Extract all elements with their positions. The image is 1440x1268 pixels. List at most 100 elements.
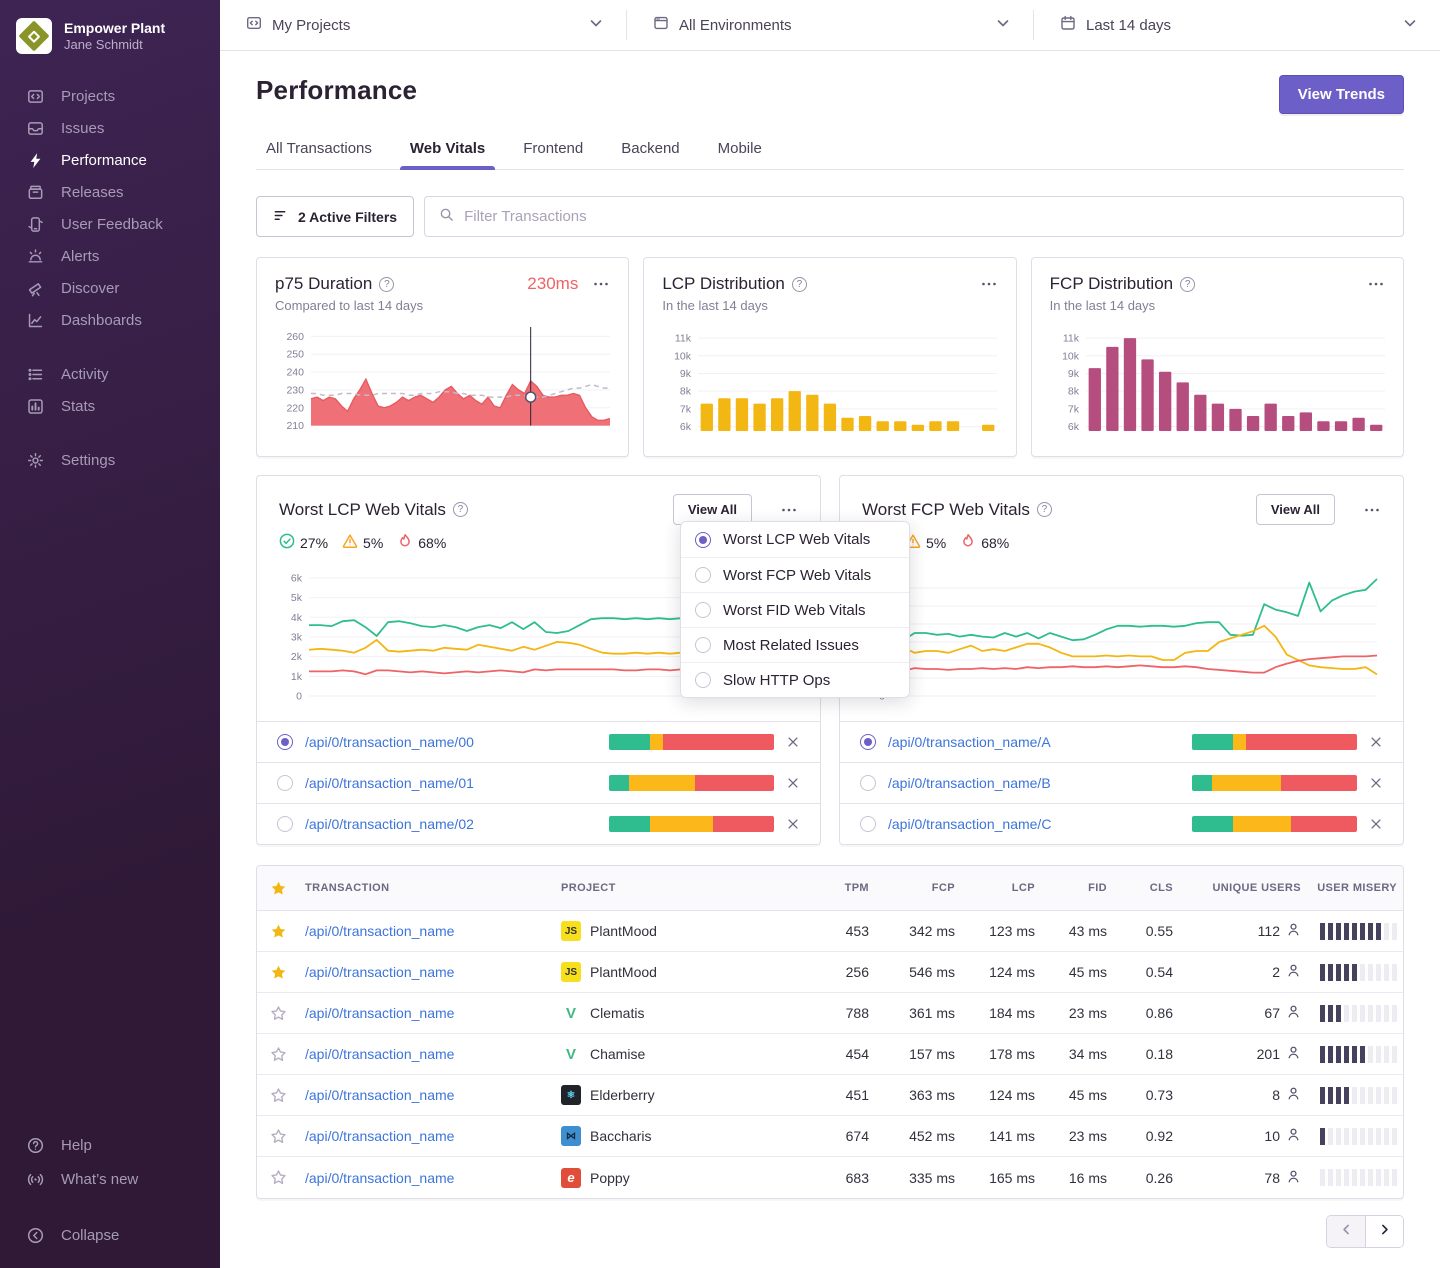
view-all-button[interactable]: View All (1256, 494, 1335, 525)
transaction-link[interactable]: /api/0/transaction_name/A (888, 734, 1180, 750)
search-box (424, 196, 1404, 237)
transaction-link[interactable]: /api/0/transaction_name (305, 1170, 454, 1186)
sidebar-item-help[interactable]: Help (0, 1128, 220, 1162)
transaction-link[interactable]: /api/0/transaction_name/C (888, 816, 1180, 832)
help-icon[interactable]: ? (792, 277, 807, 292)
next-page-button[interactable] (1365, 1216, 1403, 1247)
svg-text:11k: 11k (675, 333, 692, 345)
search-icon (439, 207, 454, 227)
unique-users-cell: 112 (1179, 922, 1307, 940)
help-icon[interactable]: ? (1037, 502, 1052, 517)
star-outline-icon[interactable] (257, 1087, 299, 1104)
sidebar-item-performance[interactable]: Performance (0, 144, 220, 176)
sidebar-item-alerts[interactable]: Alerts (0, 240, 220, 272)
dropdown-item-worst-fid-web-vitals[interactable]: Worst FID Web Vitals (681, 592, 909, 627)
chevron-down-icon (995, 15, 1011, 35)
global-filter-all-environments[interactable]: All Environments (627, 0, 1033, 50)
sidebar-item-stats[interactable]: Stats (0, 390, 220, 422)
global-filter-last-14-days[interactable]: Last 14 days (1034, 0, 1440, 50)
dropdown-radio[interactable] (695, 672, 711, 688)
previous-page-button[interactable] (1327, 1216, 1365, 1247)
transaction-link[interactable]: /api/0/transaction_name/01 (305, 775, 597, 791)
star-outline-icon[interactable] (257, 1005, 299, 1022)
transaction-link[interactable]: /api/0/transaction_name (305, 1046, 454, 1062)
sentry-org-logo-icon (16, 18, 52, 54)
tab-all-transactions[interactable]: All Transactions (264, 134, 374, 169)
active-filters-button[interactable]: 2 Active Filters (256, 196, 414, 237)
transaction-link[interactable]: /api/0/transaction_name (305, 1087, 454, 1103)
close-icon[interactable] (786, 735, 800, 749)
transaction-radio[interactable] (860, 734, 876, 750)
sidebar-item-collapse[interactable]: Collapse (0, 1218, 220, 1252)
tab-frontend[interactable]: Frontend (521, 134, 585, 169)
transaction-radio[interactable] (277, 734, 293, 750)
dropdown-item-slow-http-ops[interactable]: Slow HTTP Ops (681, 662, 909, 697)
close-icon[interactable] (1369, 817, 1383, 831)
tab-backend[interactable]: Backend (619, 134, 681, 169)
sidebar-item-user-feedback[interactable]: User Feedback (0, 208, 220, 240)
overflow-menu-icon[interactable] (592, 275, 610, 293)
dropdown-radio[interactable] (695, 532, 711, 548)
transaction-link[interactable]: /api/0/transaction_name (305, 1128, 454, 1144)
search-input[interactable] (464, 208, 1389, 225)
dropdown-item-worst-fcp-web-vitals[interactable]: Worst FCP Web Vitals (681, 557, 909, 592)
overflow-menu-icon[interactable] (980, 275, 998, 293)
sidebar-item-projects[interactable]: Projects (0, 80, 220, 112)
sidebar-item-discover[interactable]: Discover (0, 272, 220, 304)
dropdown-item-most-related-issues[interactable]: Most Related Issues (681, 627, 909, 662)
vitals-transaction-row: /api/0/transaction_name/00 (257, 721, 820, 762)
user-icon (1286, 1045, 1301, 1063)
transaction-radio[interactable] (277, 775, 293, 791)
sidebar-item-what-s-new[interactable]: What’s new (0, 1162, 220, 1196)
sidebar-item-settings[interactable]: Settings (0, 444, 220, 476)
sidebar-item-issues[interactable]: Issues (0, 112, 220, 144)
overflow-menu-icon[interactable] (1367, 275, 1385, 293)
star-outline-icon[interactable] (257, 1046, 299, 1063)
star-filled-icon[interactable] (257, 964, 299, 981)
help-icon[interactable]: ? (1180, 277, 1195, 292)
close-icon[interactable] (786, 817, 800, 831)
help-icon[interactable]: ? (379, 277, 394, 292)
close-icon[interactable] (1369, 735, 1383, 749)
table-row: /api/0/transaction_nameePoppy683335 ms16… (257, 1157, 1403, 1198)
transaction-radio[interactable] (860, 775, 876, 791)
transaction-radio[interactable] (277, 816, 293, 832)
star-outline-icon[interactable] (257, 1169, 299, 1186)
svg-text:220: 220 (286, 402, 304, 414)
overflow-menu-icon[interactable] (1363, 501, 1381, 519)
star-filled-icon[interactable] (257, 923, 299, 940)
transaction-link[interactable]: /api/0/transaction_name/B (888, 775, 1180, 791)
unique-users-cell: 201 (1179, 1045, 1307, 1063)
sidebar-item-activity[interactable]: Activity (0, 358, 220, 390)
node-platform-icon: ⋈ (561, 1126, 581, 1146)
view-trends-button[interactable]: View Trends (1279, 75, 1404, 114)
tab-web-vitals[interactable]: Web Vitals (408, 134, 487, 169)
help-icon[interactable]: ? (453, 502, 468, 517)
global-filter-my-projects[interactable]: My Projects (220, 0, 626, 50)
transaction-link[interactable]: /api/0/transaction_name/00 (305, 734, 597, 750)
stat-good: 27% (279, 533, 328, 552)
transaction-link[interactable]: /api/0/transaction_name (305, 1005, 454, 1021)
star-outline-icon[interactable] (257, 1128, 299, 1145)
stat-meh: 5% (905, 533, 946, 552)
sidebar-item-releases[interactable]: Releases (0, 176, 220, 208)
environments-icon (653, 15, 669, 35)
dropdown-radio[interactable] (695, 567, 711, 583)
close-icon[interactable] (1369, 776, 1383, 790)
dropdown-item-worst-lcp-web-vitals[interactable]: Worst LCP Web Vitals (681, 522, 909, 557)
unique-users-cell: 10 (1179, 1127, 1307, 1145)
transaction-radio[interactable] (860, 816, 876, 832)
transaction-link[interactable]: /api/0/transaction_name (305, 964, 454, 980)
org-switcher[interactable]: Empower Plant Jane Schmidt (0, 18, 220, 80)
page-content: 2 Active Filters p75 Duration ? 230ms (220, 170, 1440, 1268)
card-title: LCP Distribution (662, 274, 785, 294)
close-icon[interactable] (786, 776, 800, 790)
transaction-link[interactable]: /api/0/transaction_name (305, 923, 454, 939)
overflow-menu-icon[interactable] (780, 501, 798, 519)
transaction-link[interactable]: /api/0/transaction_name/02 (305, 816, 597, 832)
vitals-segment-bar (1192, 816, 1357, 832)
dropdown-radio[interactable] (695, 602, 711, 618)
tab-mobile[interactable]: Mobile (716, 134, 764, 169)
sidebar-item-dashboards[interactable]: Dashboards (0, 304, 220, 336)
dropdown-radio[interactable] (695, 637, 711, 653)
